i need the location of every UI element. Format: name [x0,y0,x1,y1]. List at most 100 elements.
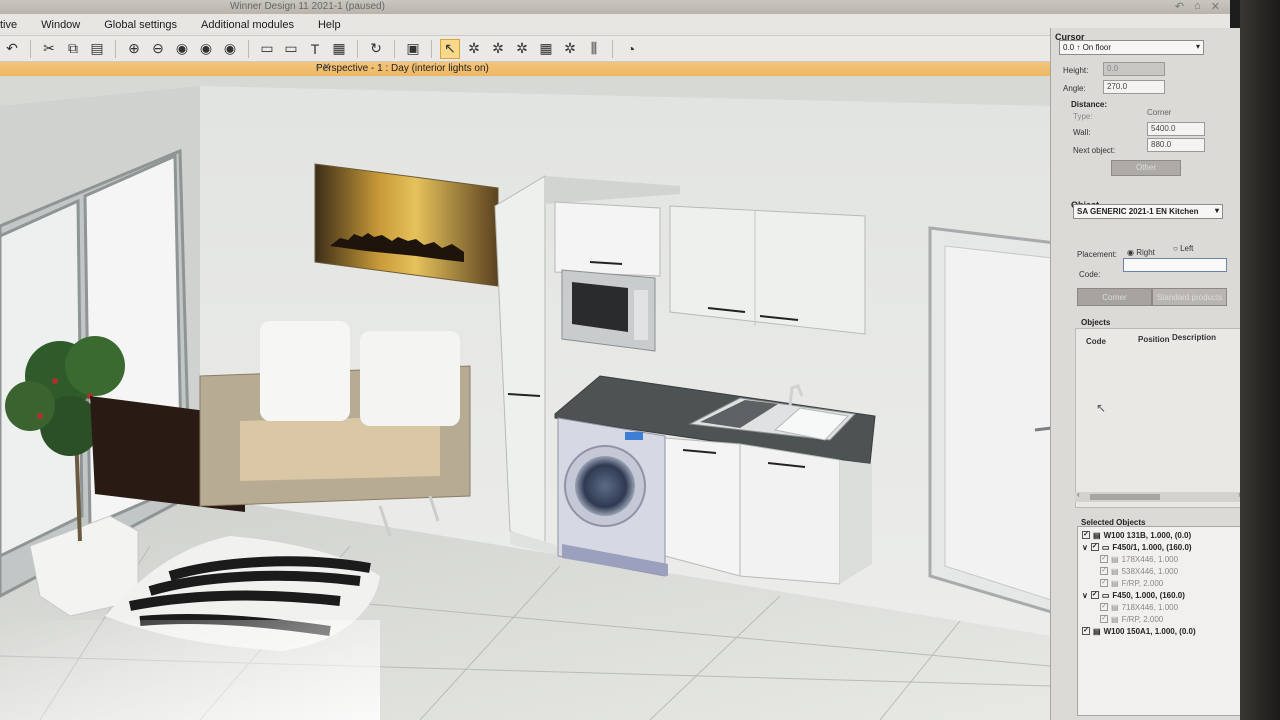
menu-item-global-settings[interactable]: Global settings [92,19,189,31]
layers-icon[interactable]: ▦ [329,39,349,59]
tree-row[interactable]: ✓ ▤ 718X446, 1.000 [1082,601,1240,613]
room-icon[interactable]: ▭ [257,39,277,59]
washing-machine [557,417,668,577]
zoom-in-icon[interactable]: ⊕ [124,39,144,59]
undo-icon[interactable]: ↶ [2,39,22,59]
home-icon[interactable]: ⌂ [1194,0,1201,13]
checkbox[interactable]: ✓ [1090,543,1099,551]
document-icon: ▤ [1111,578,1119,588]
toolbar-separator [431,39,432,58]
toolbar-separator [115,39,116,58]
document-icon: ▤ [1093,530,1101,540]
checkbox[interactable]: ✓ [1090,591,1099,599]
column-code[interactable]: Code [1086,337,1106,346]
zoom-window-icon[interactable]: ◉ [172,39,192,59]
checkbox[interactable]: ✓ [1082,531,1090,539]
tree-row-label: F450, 1.000, (160.0) [1112,590,1185,600]
object-combo[interactable]: SA GENERIC 2021-1 EN Kitchen ▾ [1073,204,1223,219]
tab-standard-products[interactable]: Standard products [1152,288,1227,306]
tree-row-label: 178X446, 1.000 [1121,554,1179,564]
tree-row[interactable]: ✓ ▤ W100 150A1, 1.000, (0.0) [1082,625,1240,637]
height-field[interactable]: 0.0 [1103,62,1165,76]
zoom-all-icon[interactable]: ◉ [196,39,216,59]
next-object-field[interactable]: 880.0 [1147,138,1205,152]
monitor-bezel [1240,0,1280,720]
viewport-window-buttons[interactable]: ▫ ✕ [316,62,1042,73]
paste-icon[interactable]: ▤ [87,39,107,59]
select-cursor-icon[interactable]: ↖ [440,38,460,59]
chevron-down-icon[interactable]: ∨ [1082,543,1088,552]
close-icon[interactable]: ✕ [1211,0,1220,13]
folder-icon: ▭ [1101,590,1110,600]
refresh-icon[interactable]: ↻ [366,39,386,59]
camera-icon[interactable]: ◔ [621,39,641,59]
menu-bar: tive Window Global settings Additional m… [0,14,1230,36]
document-icon: ▤ [1111,614,1119,624]
viewport-title-bar: Perspective - 1 : Day (interior lights o… [0,62,1050,76]
other-button[interactable]: Other [1111,160,1181,176]
placement-right-radio[interactable]: ◉ Right [1127,248,1155,257]
tree-row[interactable]: ✓ ▤ F/RP, 2.000 [1082,577,1240,589]
object-combo-value: SA GENERIC 2021-1 EN Kitchen [1077,207,1199,216]
tree-row[interactable]: ∨ ✓ ▭ F450/1, 1.000, (160.0) [1082,541,1240,553]
document-icon: ▤ [1111,566,1119,576]
menu-item-additional-modules[interactable]: Additional modules [189,19,306,31]
checkbox[interactable]: ✓ [1100,615,1108,623]
placement-left-radio[interactable]: ○ Left [1173,244,1193,253]
checkbox[interactable]: ✓ [1100,603,1108,611]
toolbar-separator [357,39,358,58]
scroll-left-icon[interactable]: ‹ [1077,490,1080,499]
cut-icon[interactable]: ✂ [39,39,59,59]
wand-4-icon[interactable]: ✲ [560,39,580,59]
chevron-down-icon[interactable]: ∨ [1082,591,1088,600]
tree-row-label: 718X446, 1.000 [1121,602,1179,612]
menu-item-window[interactable]: Window [29,19,92,31]
menu-item-file[interactable]: tive [0,19,29,31]
cursor-combo[interactable]: 0.0 ↑ On floor ▾ [1059,40,1204,55]
folder-icon: ▭ [1101,542,1110,552]
calculator-icon[interactable]: ▣ [403,39,423,59]
interior-door [928,226,1050,614]
angle-field[interactable]: 270.0 [1103,80,1165,94]
toolbar-separator [30,39,31,58]
menu-item-help[interactable]: Help [306,19,353,31]
restore-icon[interactable]: ↶ [1175,0,1184,13]
tree-row-label: F450/1, 1.000, (160.0) [1112,542,1192,552]
placement-label: Placement: [1077,250,1118,259]
column-description[interactable]: Description [1172,333,1216,342]
wand-2-icon[interactable]: ✲ [488,39,508,59]
tree-row[interactable]: ✓ ▤ 178X446, 1.000 [1082,553,1240,565]
tree-row[interactable]: ✓ ▤ W100 131B, 1.000, (0.0) [1082,529,1240,541]
checkbox[interactable]: ✓ [1100,567,1108,575]
tree-row-label: 538X446, 1.000 [1121,566,1179,576]
objects-list[interactable]: Code Position Description ↖ [1075,328,1245,508]
copy-icon[interactable]: ⧉ [63,39,83,59]
selected-objects-tree: ✓ ▤ W100 131B, 1.000, (0.0) ∨ ✓ ▭ F450/1, 1.0… [1077,526,1245,716]
grid-icon[interactable]: ▦ [536,39,556,59]
checkbox[interactable]: ✓ [1100,555,1108,563]
measure-icon[interactable]: ⫼ [584,39,604,59]
wall-field[interactable]: 5400.0 [1147,122,1205,136]
wand-1-icon[interactable]: ✲ [464,39,484,59]
cursor-combo-value: 0.0 ↑ On floor [1063,43,1112,52]
tree-row-label: F/RP, 2.000 [1121,578,1164,588]
type-value: Corner [1147,108,1172,117]
scrollbar-thumb[interactable] [1090,494,1160,500]
zoom-prev-icon[interactable]: ◉ [220,39,240,59]
toolbar-separator [612,39,613,58]
objects-scrollbar[interactable]: ‹ › [1075,490,1245,502]
dimension-icon[interactable]: ▭ [281,39,301,59]
tree-row[interactable]: ✓ ▤ 538X446, 1.000 [1082,565,1240,577]
tree-row[interactable]: ✓ ▤ F/RP, 2.000 [1082,613,1240,625]
tree-row[interactable]: ∨ ✓ ▭ F450, 1.000, (160.0) [1082,589,1240,601]
code-input[interactable] [1123,258,1227,272]
wand-3-icon[interactable]: ✲ [512,39,532,59]
text-icon[interactable]: T [305,39,325,59]
checkbox[interactable]: ✓ [1082,627,1090,635]
column-position[interactable]: Position [1138,335,1170,344]
code-label: Code: [1079,270,1101,279]
checkbox[interactable]: ✓ [1100,579,1108,587]
tab-corner[interactable]: Corner [1077,288,1152,306]
tree-row-label: F/RP, 2.000 [1121,614,1164,624]
zoom-out-icon[interactable]: ⊖ [148,39,168,59]
